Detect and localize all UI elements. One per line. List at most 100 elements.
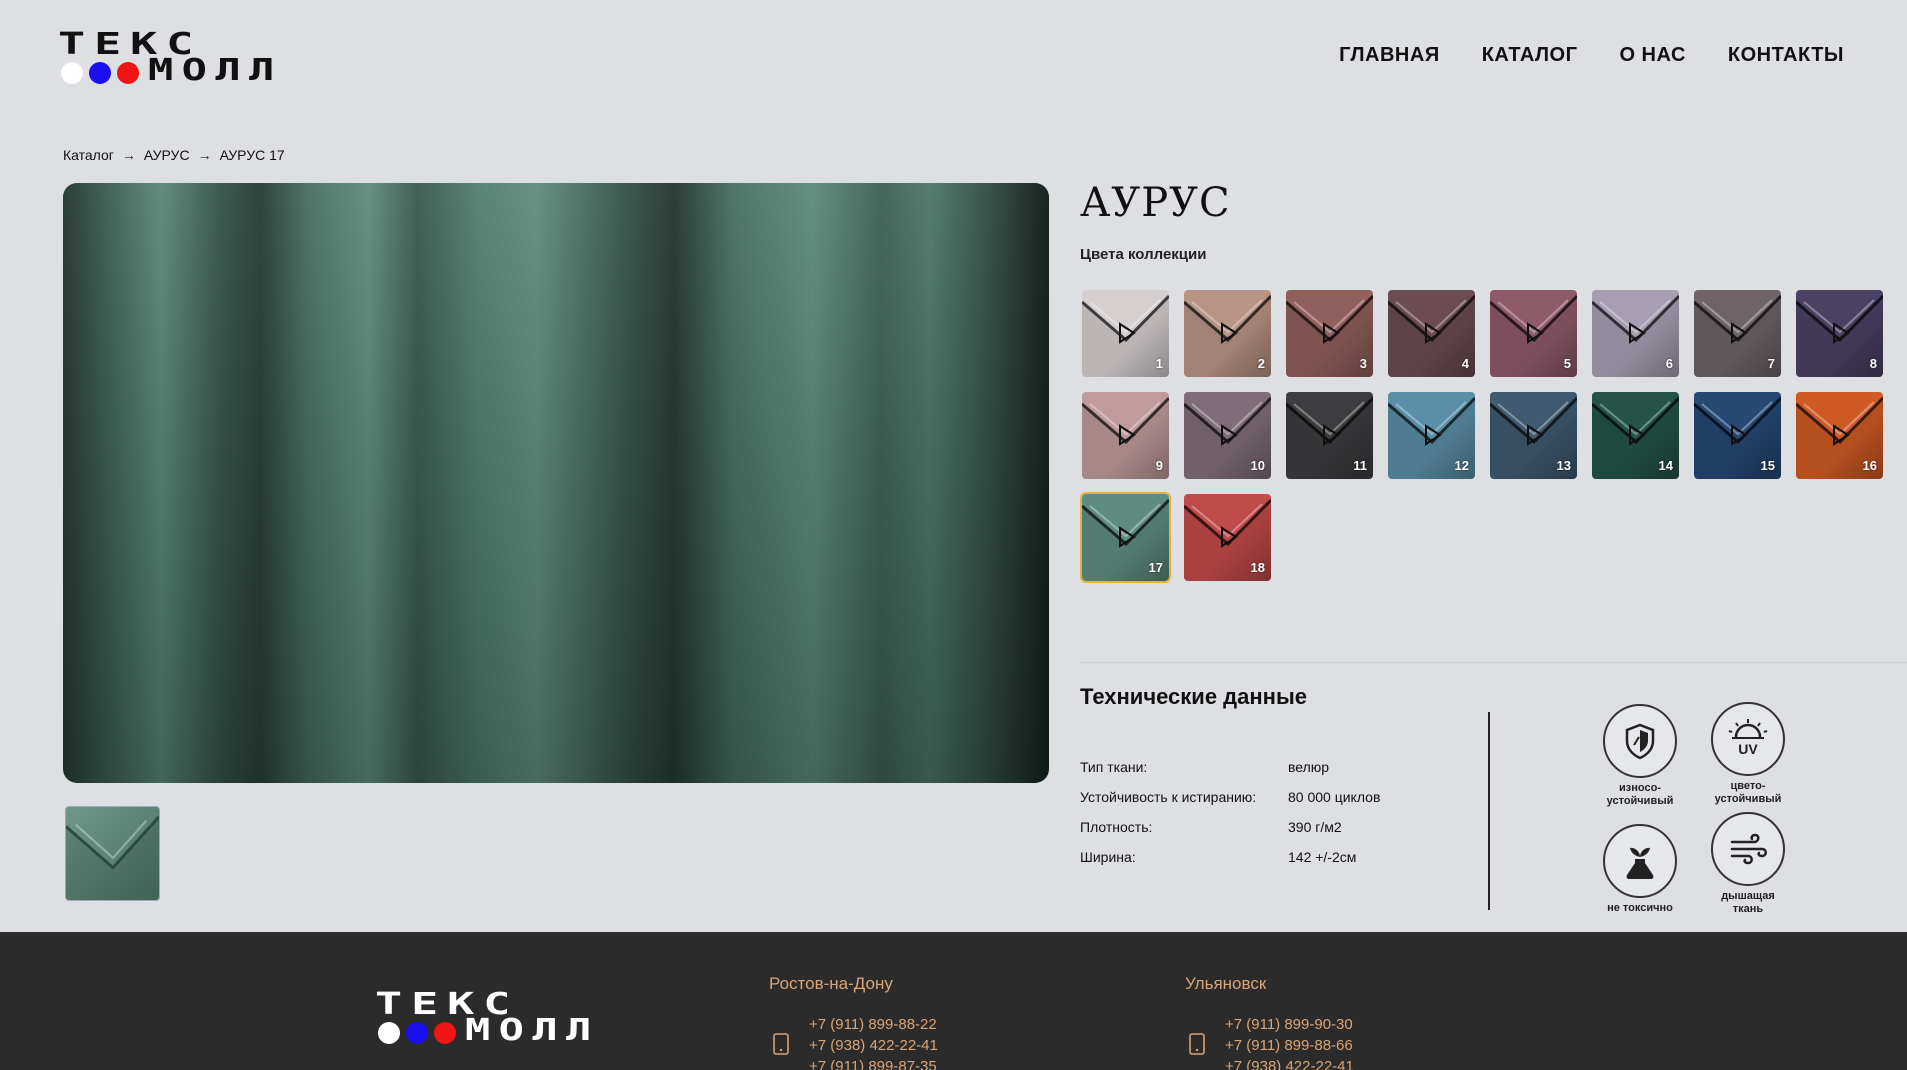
feature-breathable: дышащая ткань <box>1693 812 1803 915</box>
footer-logo[interactable]: ТЕКС МОЛЛ <box>375 990 655 1050</box>
logo-dot-blue <box>406 1022 428 1044</box>
feature-label: дышащая ткань <box>1693 890 1803 915</box>
office-phones: +7 (911) 899-88-22 +7 (938) 422-22-41 +7… <box>809 1014 938 1070</box>
phone-link[interactable]: +7 (911) 899-88-66 <box>1225 1037 1353 1054</box>
feature-label: не токсично <box>1585 902 1695 915</box>
tech-title: Технические данные <box>1080 684 1307 709</box>
logo-line2: МОЛЛ <box>148 53 283 88</box>
feature-non-toxic: не токсично <box>1585 824 1695 915</box>
breadcrumb-separator: → <box>121 147 136 163</box>
swatch-number: 13 <box>1556 458 1571 473</box>
color-swatch-5[interactable]: 5 <box>1490 290 1577 377</box>
feature-label-line: дышащая <box>1721 890 1775 902</box>
product-title: АУРУС <box>1080 180 1231 226</box>
breadcrumb-collection[interactable]: АУРУС <box>144 147 190 163</box>
feature-colorfast: UV цвето- устойчивый <box>1693 702 1803 805</box>
swatch-number: 1 <box>1155 356 1163 371</box>
office-city: Ульяновск <box>1185 974 1267 993</box>
breadcrumb-catalog[interactable]: Каталог <box>63 147 114 163</box>
feature-label-line: износо- <box>1619 782 1661 794</box>
feature-label-line: ткань <box>1732 902 1764 915</box>
phone-link[interactable]: +7 (938) 422-22-41 <box>1225 1058 1354 1070</box>
color-swatch-18[interactable]: 18 <box>1184 494 1271 581</box>
color-swatch-7[interactable]: 7 <box>1694 290 1781 377</box>
logo-dot-white <box>61 62 83 84</box>
spec-label: Устойчивость к истиранию: <box>1080 789 1257 805</box>
feature-label-line: не токсично <box>1607 902 1673 914</box>
phone-icon <box>1189 1033 1205 1055</box>
product-main-image[interactable] <box>63 183 1049 783</box>
color-swatch-8[interactable]: 8 <box>1796 290 1883 377</box>
swatch-number: 8 <box>1869 356 1877 371</box>
spec-table: Тип ткани: велюр Устойчивость к истирани… <box>1080 752 1380 872</box>
phone-link[interactable]: +7 (911) 899-88-22 <box>809 1016 937 1033</box>
feature-label: цвето- устойчивый <box>1693 780 1803 805</box>
color-swatch-9[interactable]: 9 <box>1082 392 1169 479</box>
phone-link[interactable]: +7 (911) 899-87-35 <box>809 1058 937 1070</box>
breadcrumb-separator: → <box>197 147 212 163</box>
spec-row-width: Ширина: 142 +/-2см <box>1080 842 1380 872</box>
color-swatch-2[interactable]: 2 <box>1184 290 1271 377</box>
logo-dot-white <box>378 1022 400 1044</box>
swatch-number: 9 <box>1155 458 1163 473</box>
swatch-number: 17 <box>1148 560 1163 575</box>
feature-label-line: цвето- <box>1730 780 1766 792</box>
color-swatch-3[interactable]: 3 <box>1286 290 1373 377</box>
spec-value: 390 г/м2 <box>1288 819 1342 835</box>
swatch-number: 7 <box>1767 356 1775 371</box>
swatch-number: 6 <box>1665 356 1673 371</box>
footer: ТЕКС МОЛЛ Ростов-на-Дону +7 (911) 899-88… <box>0 932 1907 1070</box>
spec-row-density: Плотность: 390 г/м2 <box>1080 812 1380 842</box>
spec-label: Тип ткани: <box>1080 759 1148 775</box>
color-swatch-12[interactable]: 12 <box>1388 392 1475 479</box>
color-swatch-13[interactable]: 13 <box>1490 392 1577 479</box>
swatch-number: 14 <box>1658 458 1673 473</box>
main-nav: ГЛАВНАЯ КАТАЛОГ О НАС КОНТАКТЫ <box>1339 44 1844 67</box>
nav-contacts[interactable]: КОНТАКТЫ <box>1728 44 1844 67</box>
spec-divider <box>1488 712 1490 910</box>
swatch-number: 15 <box>1760 458 1775 473</box>
fabric-fold-icon <box>66 815 159 900</box>
feature-label-line: устойчивый <box>1606 794 1674 807</box>
color-swatch-17[interactable]: 17 <box>1080 492 1171 583</box>
phone-link[interactable]: +7 (911) 899-90-30 <box>1225 1016 1353 1033</box>
swatch-number: 12 <box>1454 458 1469 473</box>
spec-label: Ширина: <box>1080 849 1136 865</box>
spec-row-abrasion: Устойчивость к истиранию: 80 000 циклов <box>1080 782 1380 812</box>
feature-label: износо- устойчивый <box>1585 782 1695 807</box>
swatch-number: 3 <box>1359 356 1367 371</box>
spec-value: 142 +/-2см <box>1288 849 1357 865</box>
swatch-number: 11 <box>1353 458 1367 473</box>
svg-text:UV: UV <box>1738 741 1758 757</box>
color-swatch-15[interactable]: 15 <box>1694 392 1781 479</box>
nav-about[interactable]: О НАС <box>1619 44 1685 67</box>
feature-circle <box>1603 824 1677 898</box>
product-thumbnail[interactable] <box>65 806 160 901</box>
spec-value: 80 000 циклов <box>1288 789 1381 805</box>
color-swatch-10[interactable]: 10 <box>1184 392 1271 479</box>
wind-icon <box>1730 833 1767 865</box>
swatch-number: 18 <box>1250 560 1265 575</box>
section-divider <box>1080 662 1907 663</box>
color-swatch-16[interactable]: 16 <box>1796 392 1883 479</box>
feature-circle: UV <box>1711 702 1785 776</box>
flask-sprout-icon <box>1626 847 1654 879</box>
swatch-number: 4 <box>1461 356 1469 371</box>
logo-line2: МОЛЛ <box>465 1013 600 1048</box>
spec-value: велюр <box>1288 759 1330 775</box>
nav-catalog[interactable]: КАТАЛОГ <box>1482 44 1578 67</box>
logo[interactable]: ТЕКС МОЛЛ <box>58 30 318 86</box>
feature-wear-resistant: износо- устойчивый <box>1585 704 1695 807</box>
feature-label-line: устойчивый <box>1714 792 1782 805</box>
phone-link[interactable]: +7 (938) 422-22-41 <box>809 1037 938 1054</box>
feature-circle <box>1711 812 1785 886</box>
color-swatch-14[interactable]: 14 <box>1592 392 1679 479</box>
color-swatch-11[interactable]: 11 <box>1286 392 1373 479</box>
nav-home[interactable]: ГЛАВНАЯ <box>1339 44 1440 67</box>
swatch-number: 16 <box>1862 458 1877 473</box>
color-swatch-4[interactable]: 4 <box>1388 290 1475 377</box>
color-swatch-6[interactable]: 6 <box>1592 290 1679 377</box>
swatch-number: 5 <box>1563 356 1571 371</box>
swatch-number: 2 <box>1257 356 1265 371</box>
color-swatch-1[interactable]: 1 <box>1082 290 1169 377</box>
